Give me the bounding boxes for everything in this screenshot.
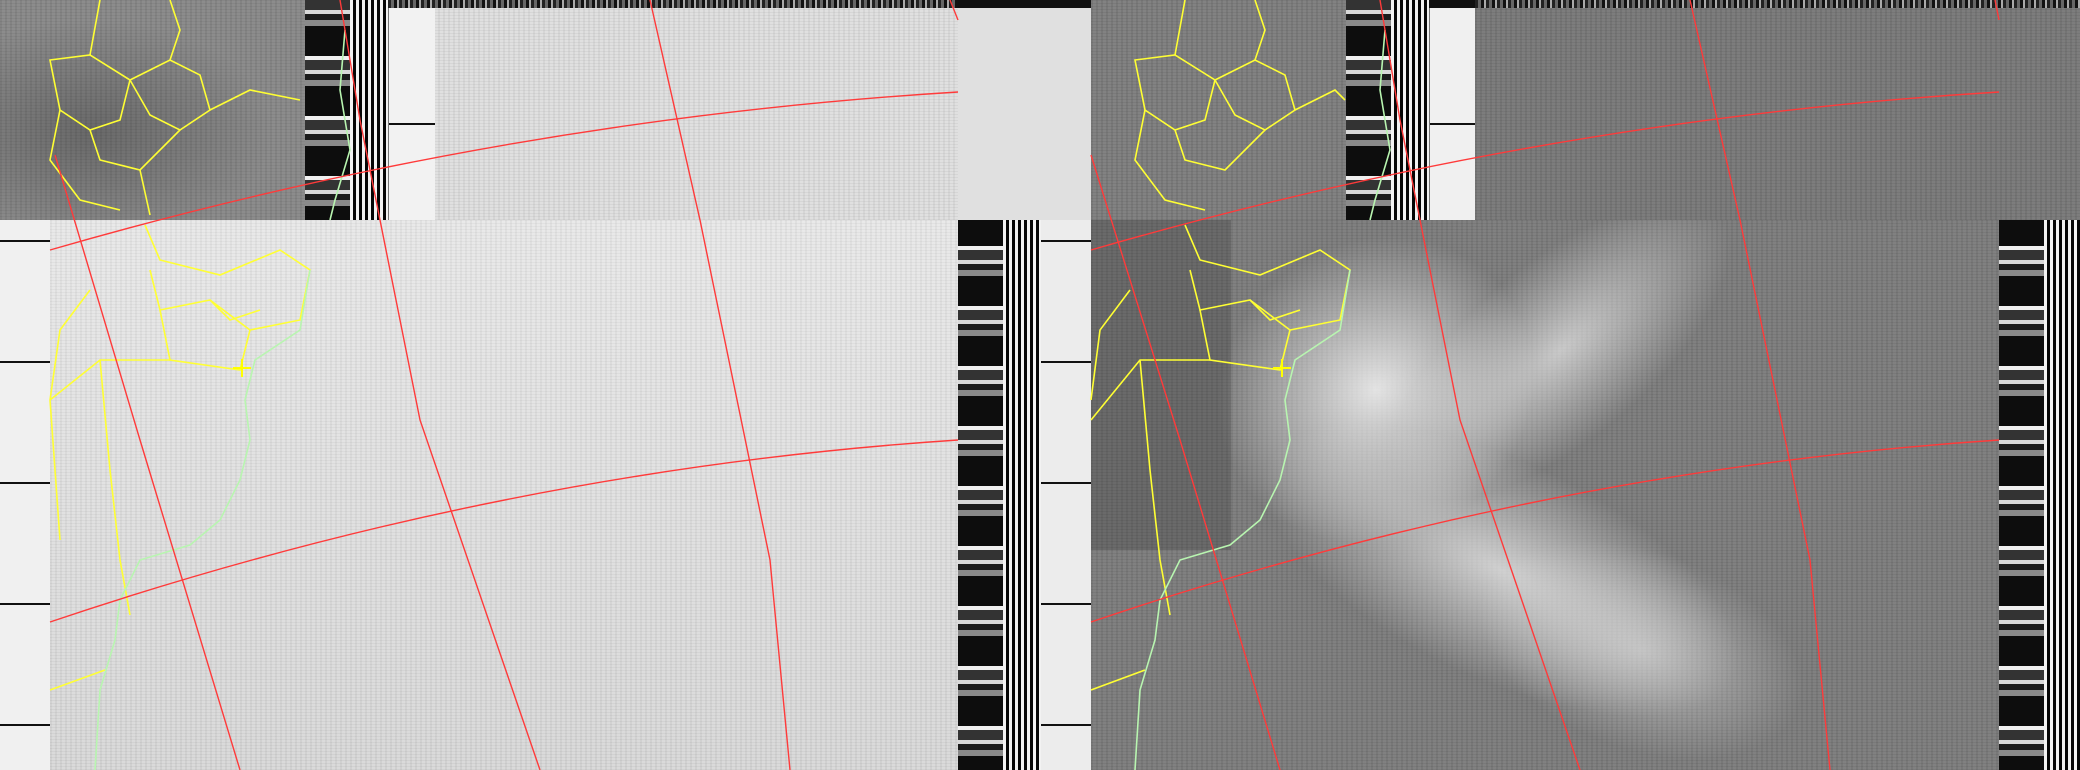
plus-marker-icon xyxy=(233,359,251,377)
left-upper-borders xyxy=(49,0,301,216)
right-main-borders xyxy=(1090,224,1351,691)
right-graticule xyxy=(1090,0,2000,770)
left-main-coast xyxy=(94,269,311,770)
satellite-image-stage xyxy=(0,0,2080,770)
left-upper-coast xyxy=(329,29,351,221)
right-main-coast xyxy=(1134,269,1351,770)
left-graticule xyxy=(49,0,959,770)
left-main-borders xyxy=(49,224,311,691)
right-upper-coast xyxy=(1369,29,1391,221)
plus-marker-icon xyxy=(1273,359,1291,377)
right-upper-borders xyxy=(1134,0,1346,211)
map-overlay xyxy=(49,0,2000,770)
